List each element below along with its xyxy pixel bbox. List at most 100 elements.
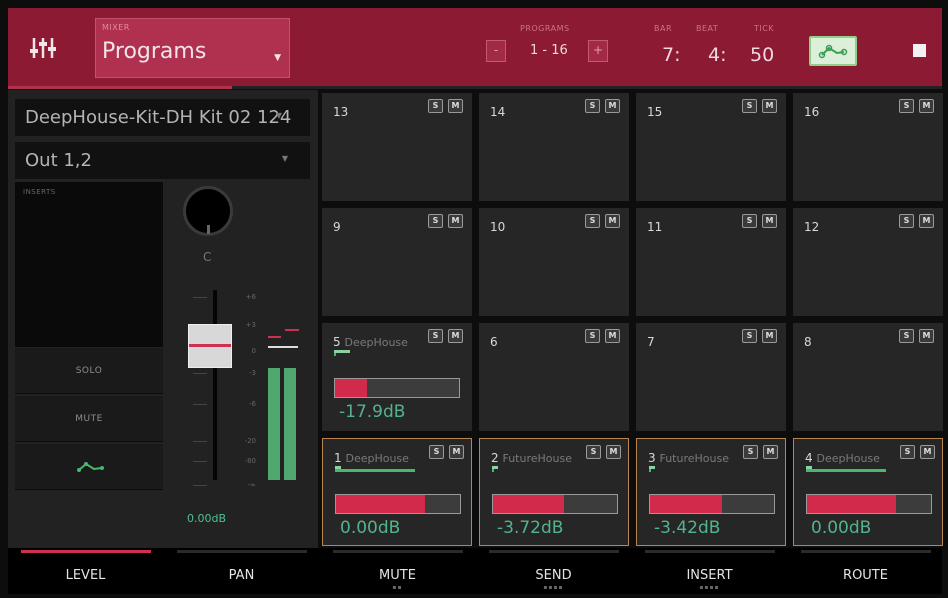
pad-mute-button[interactable]: M — [762, 214, 777, 228]
pad-level-bar[interactable] — [806, 494, 932, 514]
mixer-mode-dropdown[interactable]: MIXER Programs ▼ — [95, 18, 290, 78]
pad-mute-button[interactable]: M — [605, 99, 620, 113]
pad-level-bar[interactable] — [649, 494, 775, 514]
header-bar: MIXER Programs ▼ PROGRAMS - 1 - 16 + BAR… — [8, 8, 942, 86]
tab-route[interactable]: ROUTE — [788, 548, 943, 594]
pad-solo-button[interactable]: S — [899, 329, 914, 343]
pad-mute-button[interactable]: M — [448, 329, 463, 343]
pad-8[interactable]: 8 SM — [793, 323, 943, 431]
pad-11[interactable]: 11 SM — [636, 208, 786, 316]
pad-mute-button[interactable]: M — [448, 214, 463, 228]
programs-next-button[interactable]: + — [588, 40, 608, 62]
pad-mute-button[interactable]: M — [763, 445, 778, 459]
tab-send[interactable]: SEND ▪▪▪▪ — [476, 548, 631, 594]
pad-mute-button[interactable]: M — [920, 445, 935, 459]
playhead-progress-fill — [8, 86, 233, 89]
pad-label: 3 FutureHouse — [648, 451, 729, 465]
pad-level-bar[interactable] — [335, 494, 461, 514]
tab-indicator — [177, 550, 307, 553]
pad-5[interactable]: 5 DeepHouse S M -17.9dB — [322, 323, 472, 431]
inserts-panel[interactable]: INSERTS — [15, 182, 163, 347]
tab-insert[interactable]: INSERT ▪▪▪▪ — [632, 548, 787, 594]
scale-tick — [193, 441, 207, 442]
volume-fader-handle[interactable] — [188, 324, 232, 368]
output-value: Out 1,2 — [25, 150, 92, 171]
tab-level[interactable]: LEVEL — [8, 548, 163, 594]
pad-level-bar[interactable] — [492, 494, 618, 514]
programs-label: PROGRAMS — [520, 24, 570, 33]
programs-prev-button[interactable]: - — [486, 40, 506, 62]
tab-pan[interactable]: PAN — [164, 548, 319, 594]
pad-7[interactable]: 7 SM — [636, 323, 786, 431]
mute-button[interactable]: MUTE — [15, 396, 163, 442]
programs-range: 1 - 16 — [530, 43, 568, 58]
pad-9[interactable]: 9 SM — [322, 208, 472, 316]
pad-12[interactable]: 12 SM — [793, 208, 943, 316]
pad-solo-button[interactable]: S — [428, 214, 443, 228]
pad-solo-button[interactable]: S — [585, 99, 600, 113]
program-select[interactable]: DeepHouse-Kit-DH Kit 02 124 ▼ — [15, 99, 310, 136]
pan-value: C — [203, 250, 212, 264]
scale-label: -3 — [249, 369, 256, 377]
pad-solo-button[interactable]: S — [585, 214, 600, 228]
pad-solo-button[interactable]: S — [899, 214, 914, 228]
pad-solo-button[interactable]: S — [899, 99, 914, 113]
pad-level-db: -17.9dB — [339, 402, 406, 422]
peak-marker-right — [285, 329, 299, 331]
pad-mini-peak — [334, 350, 350, 353]
pad-2[interactable]: 2 FutureHouse S M -3.72dB — [479, 438, 629, 546]
pad-solo-button[interactable]: S — [585, 329, 600, 343]
pad-solo-button[interactable]: S — [743, 445, 758, 459]
mixer-icon[interactable] — [30, 36, 56, 60]
pad-solo-button[interactable]: S — [586, 445, 601, 459]
scale-tick — [193, 373, 207, 374]
pad-mute-button[interactable]: M — [919, 329, 934, 343]
pad-solo-button[interactable]: S — [428, 99, 443, 113]
pad-solo-button[interactable]: S — [428, 329, 443, 343]
pad-mute-button[interactable]: M — [919, 99, 934, 113]
beat-value[interactable]: 4: — [708, 44, 727, 66]
volume-fader-track[interactable] — [213, 290, 217, 480]
pad-mute-button[interactable]: M — [449, 445, 464, 459]
pad-level-db: -3.72dB — [497, 518, 564, 538]
pad-mute-button[interactable]: M — [919, 214, 934, 228]
pad-label: 15 — [647, 105, 662, 119]
pad-mini-peak — [806, 466, 812, 469]
pad-10[interactable]: 10 SM — [479, 208, 629, 316]
pad-label: 4 DeepHouse — [805, 451, 880, 465]
tick-value[interactable]: 50 — [750, 44, 774, 66]
pad-label: 9 — [333, 220, 341, 234]
pad-mute-button[interactable]: M — [762, 329, 777, 343]
output-select[interactable]: Out 1,2 ▼ — [15, 142, 310, 179]
pad-1[interactable]: 1 DeepHouse S M 0.00dB — [322, 438, 472, 546]
pad-solo-button[interactable]: S — [742, 99, 757, 113]
solo-button[interactable]: SOLO — [15, 348, 163, 394]
inserts-label: INSERTS — [23, 188, 56, 196]
pad-level-bar[interactable] — [334, 378, 460, 398]
pad-mute-button[interactable]: M — [605, 214, 620, 228]
chip-icon[interactable] — [913, 44, 926, 57]
pad-mute-button[interactable]: M — [606, 445, 621, 459]
graph-view-button[interactable] — [809, 36, 857, 66]
pad-solo-button[interactable]: S — [742, 214, 757, 228]
pad-solo-button[interactable]: S — [429, 445, 444, 459]
pad-mute-button[interactable]: M — [605, 329, 620, 343]
pad-solo-button[interactable]: S — [742, 329, 757, 343]
pad-solo-button[interactable]: S — [900, 445, 915, 459]
pad-mute-button[interactable]: M — [762, 99, 777, 113]
pad-level-fill — [493, 495, 564, 513]
pad-15[interactable]: 15 SM — [636, 93, 786, 201]
pad-14[interactable]: 14 SM — [479, 93, 629, 201]
pad-3[interactable]: 3 FutureHouse S M -3.42dB — [636, 438, 786, 546]
tab-mute[interactable]: MUTE ▪▪ — [320, 548, 475, 594]
pad-16[interactable]: 16 SM — [793, 93, 943, 201]
pan-knob[interactable] — [183, 186, 233, 236]
pad-4[interactable]: 4 DeepHouse S M 0.00dB — [793, 438, 943, 546]
pad-6[interactable]: 6 SM — [479, 323, 629, 431]
pad-mute-button[interactable]: M — [448, 99, 463, 113]
automation-button[interactable] — [15, 444, 163, 490]
bar-value[interactable]: 7: — [662, 44, 681, 66]
pad-13[interactable]: 13 SM — [322, 93, 472, 201]
mixer-mode-value: Programs — [102, 39, 207, 64]
pad-level-fill — [335, 379, 367, 397]
